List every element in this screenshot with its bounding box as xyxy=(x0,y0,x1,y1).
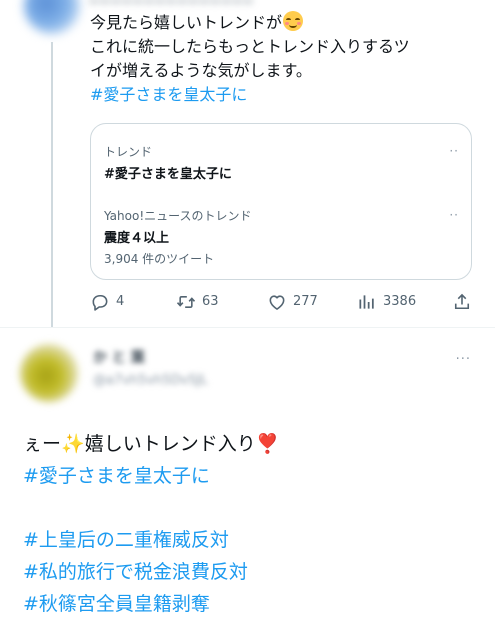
tweet-text-line: イが増えるような気がします。 xyxy=(90,61,312,80)
more-options-icon[interactable]: ··· xyxy=(456,352,471,367)
trend-item[interactable]: トレンド #愛子さまを皇太子に ·· xyxy=(104,144,461,184)
tweet-header-blurred: ━ ━ ━ ━ ━ ━ ━ ━ ━ ━ ━ ━ ━ ━ ━ xyxy=(90,0,380,6)
reply-button[interactable]: 4 xyxy=(90,290,124,314)
thread-line xyxy=(51,42,53,327)
tweet-text-line: これに統一したらもっとトレンド入りするツ xyxy=(90,37,410,56)
trend-item[interactable]: Yahoo!ニュースのトレンド 震度４以上 3,904 件のツイート ·· xyxy=(104,208,461,267)
tweet-action-bar: 4 63 277 3386 xyxy=(90,290,475,314)
trends-card[interactable]: トレンド #愛子さまを皇太子に ·· Yahoo!ニュースのトレンド 震度４以上… xyxy=(90,123,472,280)
share-button[interactable] xyxy=(452,290,472,314)
heart-icon xyxy=(269,295,285,310)
hashtag-link[interactable]: #上皇后の二重権威反対 xyxy=(23,524,483,556)
tweet-text-line: 嬉しいトレンド入り xyxy=(84,433,256,455)
views-icon xyxy=(359,295,374,309)
views-button[interactable]: 3386 xyxy=(357,290,416,314)
more-icon[interactable]: ·· xyxy=(449,144,459,158)
reply-icon xyxy=(92,294,108,311)
hashtag-link[interactable]: #私的旅行で税金浪費反対 xyxy=(23,556,483,588)
like-count: 277 xyxy=(293,294,318,309)
view-count: 3386 xyxy=(383,294,417,309)
more-icon[interactable]: ·· xyxy=(449,208,459,222)
hashtag-link[interactable]: #愛子さまを皇太子に xyxy=(23,460,483,492)
avatar[interactable] xyxy=(24,0,80,34)
hashtag-link[interactable]: #秋篠宮全員皇籍剥奪 xyxy=(23,588,483,620)
trend-context: トレンド xyxy=(104,145,153,159)
author-name-blurred[interactable]: か と 葉 xyxy=(93,347,145,367)
share-icon xyxy=(454,293,470,310)
reply-count: 4 xyxy=(116,294,125,309)
trend-name: #愛子さまを皇太子に xyxy=(104,167,232,182)
retweet-button[interactable]: 63 xyxy=(176,290,219,314)
retweet-icon xyxy=(176,296,196,308)
avatar[interactable] xyxy=(20,344,78,402)
trend-name: 震度４以上 xyxy=(104,231,170,246)
tweet-divider xyxy=(0,327,495,328)
author-handle-blurred[interactable]: @a7vh5vh5DvSJL xyxy=(93,373,208,388)
hashtag-link[interactable]: #愛子さまを皇太子に xyxy=(90,83,485,107)
tweet-text-line: 今見たら嬉しいトレンドが xyxy=(90,13,283,32)
sparkles-emoji-icon: ✨ xyxy=(61,433,85,455)
like-button[interactable]: 277 xyxy=(267,290,318,314)
trend-context: Yahoo!ニュースのトレンド xyxy=(104,209,252,223)
retweet-count: 63 xyxy=(202,294,219,309)
heart-exclamation-emoji-icon: ❣️ xyxy=(255,433,280,455)
trend-tweet-count: 3,904 件のツイート xyxy=(104,252,215,266)
tweet-text-prefix: ぇー xyxy=(23,433,62,455)
tweet-text: 今見たら嬉しいトレンドが これに統一したらもっとトレンド入りするツ イが増えるよ… xyxy=(90,11,485,107)
smiling-face-emoji-icon xyxy=(283,11,304,31)
tweet-text: ぇー✨嬉しいトレンド入り❣️ #愛子さまを皇太子に #上皇后の二重権威反対 #私… xyxy=(23,428,483,620)
